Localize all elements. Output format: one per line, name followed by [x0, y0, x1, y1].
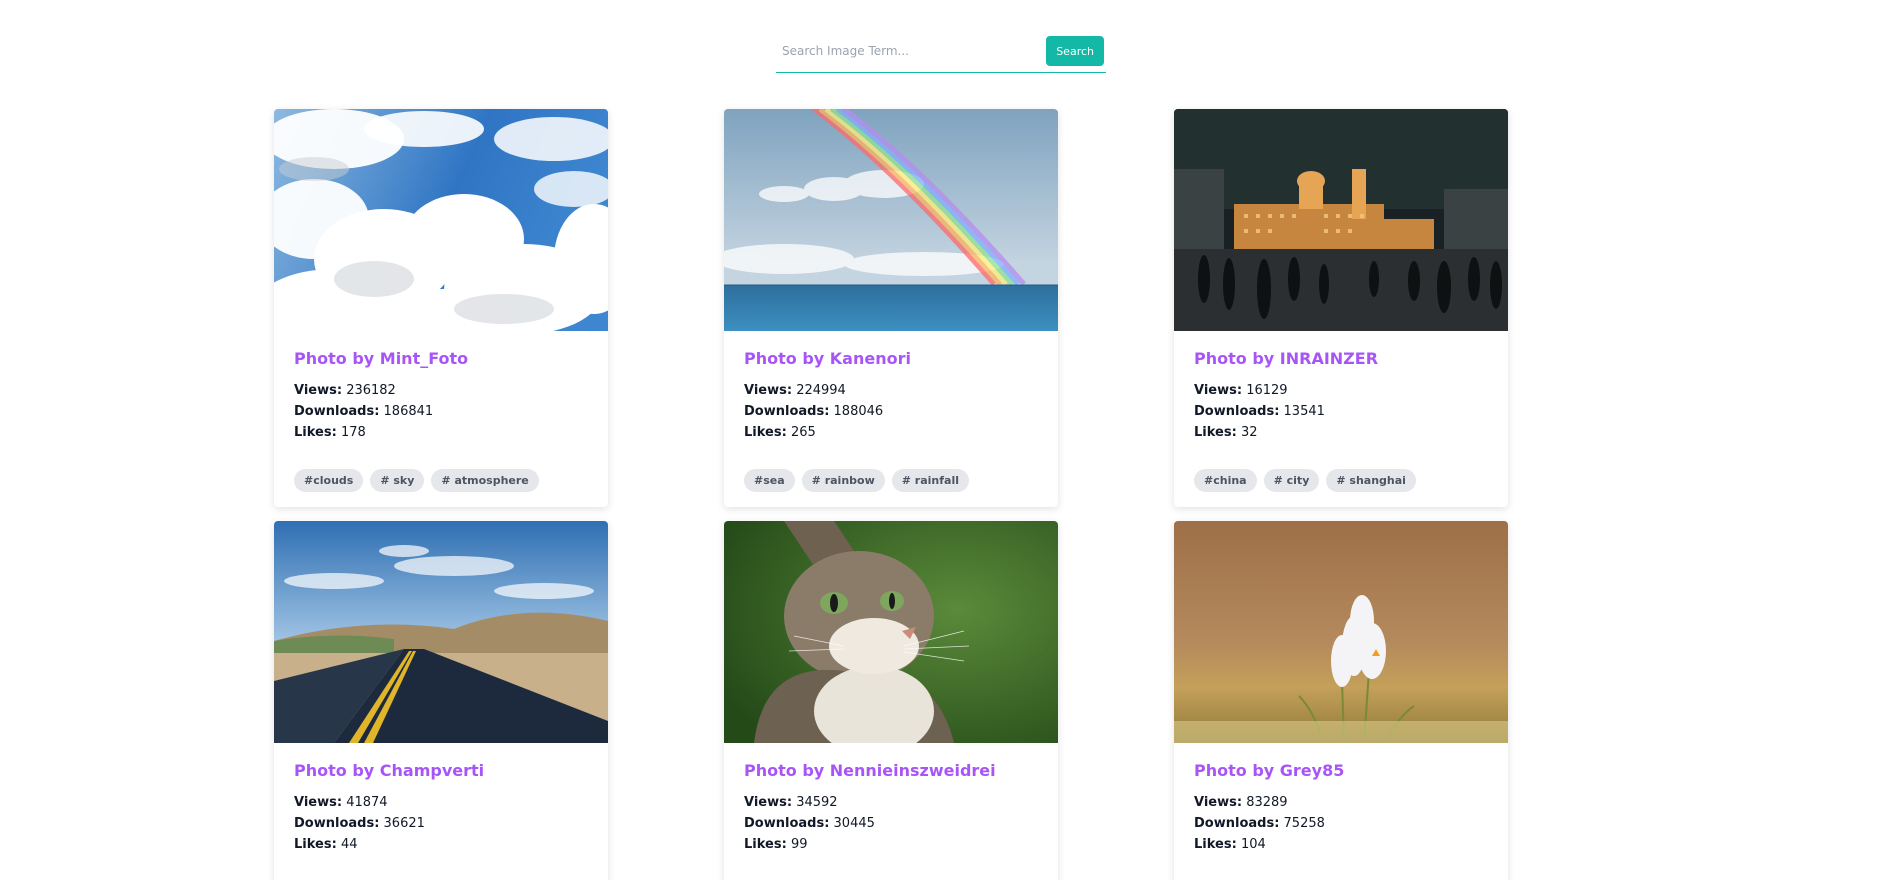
likes-stat: Likes: 178 [294, 422, 588, 443]
views-value: 34592 [796, 795, 838, 810]
tag-badge[interactable]: #china [1194, 469, 1257, 492]
image-card: Photo by Nennieinszweidrei Views: 34592 … [724, 521, 1058, 880]
likes-stat: Likes: 265 [744, 422, 1038, 443]
likes-label: Likes: [1194, 837, 1237, 852]
photo-cat[interactable] [724, 521, 1058, 743]
views-label: Views: [744, 795, 793, 810]
card-body: Photo by Nennieinszweidrei Views: 34592 … [724, 743, 1058, 855]
tag-badge[interactable]: #sea [744, 469, 795, 492]
likes-value: 99 [790, 837, 808, 852]
image-card: Photo by INRAINZER Views: 16129 Download… [1174, 109, 1508, 507]
card-body: Photo by Champverti Views: 41874 Downloa… [274, 743, 608, 855]
likes-label: Likes: [744, 837, 787, 852]
card-body: Photo by Mint_Foto Views: 236182 Downloa… [274, 331, 608, 492]
image-card: Photo by Kanenori Views: 224994 Download… [724, 109, 1058, 507]
likes-label: Likes: [1194, 425, 1237, 440]
downloads-label: Downloads: [1194, 816, 1280, 831]
likes-value: 32 [1240, 425, 1258, 440]
views-stat: Views: 83289 [1194, 792, 1488, 813]
photo-road-hills[interactable] [274, 521, 608, 743]
likes-label: Likes: [294, 837, 337, 852]
views-value: 41874 [346, 795, 388, 810]
page: Search Image Term... Search Photo by Min… [0, 0, 1885, 880]
tag-list: #china # city # shanghai [1194, 469, 1488, 492]
views-label: Views: [294, 383, 343, 398]
tag-badge[interactable]: #clouds [294, 469, 364, 492]
likes-label: Likes: [294, 425, 337, 440]
tag-badge[interactable]: # sky [370, 469, 425, 492]
photo-city-night[interactable] [1174, 109, 1508, 331]
likes-stat: Likes: 104 [1194, 834, 1488, 855]
views-value: 83289 [1246, 795, 1288, 810]
downloads-stat: Downloads: 36621 [294, 813, 588, 834]
image-card: Photo by Mint_Foto Views: 236182 Downloa… [274, 109, 608, 507]
views-value: 224994 [796, 383, 846, 398]
likes-stat: Likes: 32 [1194, 422, 1488, 443]
downloads-value: 30445 [833, 816, 875, 831]
likes-value: 44 [340, 837, 358, 852]
photographer-title: Photo by Nennieinszweidrei [744, 761, 996, 780]
tag-list: #sea # rainbow # rainfall [744, 469, 1038, 492]
photographer-title: Photo by Kanenori [744, 349, 911, 368]
downloads-stat: Downloads: 186841 [294, 401, 588, 422]
tag-badge[interactable]: # shanghai [1326, 469, 1416, 492]
views-stat: Views: 224994 [744, 380, 1038, 401]
photo-crocus-flower[interactable] [1174, 521, 1508, 743]
photo-sea-rainbow[interactable] [724, 109, 1058, 331]
downloads-stat: Downloads: 13541 [1194, 401, 1488, 422]
card-body: Photo by INRAINZER Views: 16129 Download… [1174, 331, 1508, 492]
downloads-label: Downloads: [294, 816, 380, 831]
image-card: Photo by Champverti Views: 41874 Downloa… [274, 521, 608, 880]
downloads-stat: Downloads: 188046 [744, 401, 1038, 422]
photographer-title: Photo by Grey85 [1194, 761, 1345, 780]
views-stat: Views: 41874 [294, 792, 588, 813]
views-label: Views: [744, 383, 793, 398]
likes-label: Likes: [744, 425, 787, 440]
tag-badge[interactable]: # city [1263, 469, 1320, 492]
photographer-title: Photo by Champverti [294, 761, 485, 780]
downloads-value: 36621 [383, 816, 425, 831]
downloads-value: 13541 [1283, 404, 1325, 419]
downloads-stat: Downloads: 75258 [1194, 813, 1488, 834]
views-stat: Views: 236182 [294, 380, 588, 401]
views-value: 236182 [346, 383, 396, 398]
views-label: Views: [1194, 383, 1243, 398]
photographer-title: Photo by Mint_Foto [294, 349, 469, 368]
views-stat: Views: 16129 [1194, 380, 1488, 401]
tag-badge[interactable]: # rainbow [801, 469, 885, 492]
card-body: Photo by Grey85 Views: 83289 Downloads: … [1174, 743, 1508, 855]
photo-clouds-sky[interactable] [274, 109, 608, 331]
search-form: Search [776, 34, 1106, 73]
likes-stat: Likes: 99 [744, 834, 1038, 855]
downloads-value: 186841 [383, 404, 434, 419]
likes-stat: Likes: 44 [294, 834, 588, 855]
tag-badge[interactable]: # rainfall [891, 469, 969, 492]
card-body: Photo by Kanenori Views: 224994 Download… [724, 331, 1058, 492]
photographer-title: Photo by INRAINZER [1194, 349, 1379, 368]
search-button[interactable]: Search [1046, 36, 1104, 66]
views-stat: Views: 34592 [744, 792, 1038, 813]
downloads-stat: Downloads: 30445 [744, 813, 1038, 834]
downloads-value: 188046 [833, 404, 884, 419]
image-card: Photo by Grey85 Views: 83289 Downloads: … [1174, 521, 1508, 880]
downloads-value: 75258 [1283, 816, 1325, 831]
likes-value: 178 [340, 425, 366, 440]
likes-value: 104 [1240, 837, 1266, 852]
tag-badge[interactable]: # atmosphere [431, 469, 539, 492]
downloads-label: Downloads: [1194, 404, 1280, 419]
downloads-label: Downloads: [744, 404, 830, 419]
search-input[interactable] [780, 36, 1024, 66]
downloads-label: Downloads: [744, 816, 830, 831]
image-grid: Photo by Mint_Foto Views: 236182 Downloa… [274, 109, 1508, 880]
views-value: 16129 [1246, 383, 1288, 398]
views-label: Views: [294, 795, 343, 810]
downloads-label: Downloads: [294, 404, 380, 419]
tag-list: #clouds # sky # atmosphere [294, 469, 588, 492]
likes-value: 265 [790, 425, 816, 440]
views-label: Views: [1194, 795, 1243, 810]
